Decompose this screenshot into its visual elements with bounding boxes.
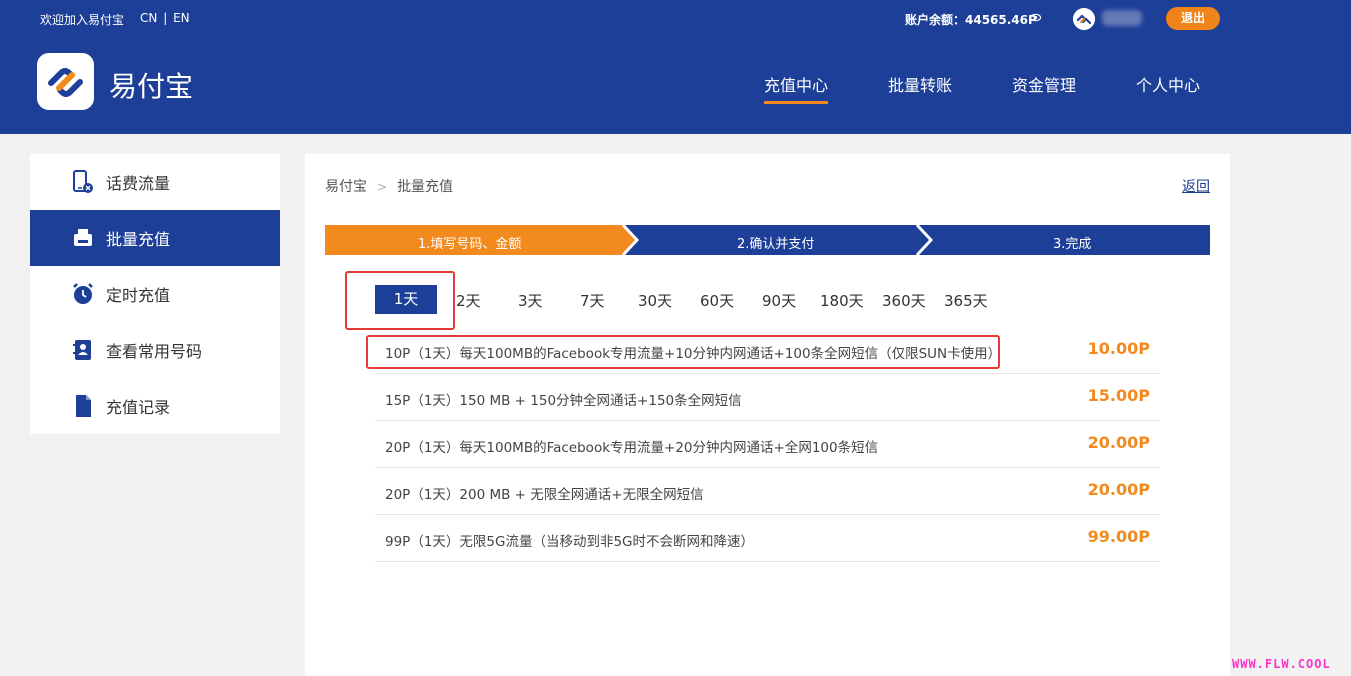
- step-3: 3.完成: [1053, 237, 1092, 252]
- sidebar-item-scheduled-recharge[interactable]: 定时充值: [30, 266, 280, 322]
- welcome-text: 欢迎加入易付宝: [40, 13, 125, 27]
- day-tab-360[interactable]: 360天: [882, 290, 926, 311]
- plan-row[interactable]: 99P（1天）无限5G流量（当移动到非5G时不会断网和降速） 99.00P: [375, 515, 1160, 562]
- day-tab-1[interactable]: 1天: [375, 285, 437, 314]
- sidebar-item-label: 查看常用号码: [106, 342, 203, 361]
- sidebar-item-label: 定时充值: [106, 286, 171, 305]
- plan-price: 20.00P: [1087, 480, 1150, 499]
- plan-row[interactable]: 10P（1天）每天100MB的Facebook专用流量+10分钟内网通话+100…: [375, 327, 1160, 374]
- plan-price: 10.00P: [1087, 339, 1150, 358]
- day-tab-180[interactable]: 180天: [820, 290, 864, 311]
- printer-icon: [74, 229, 92, 246]
- sidebar-item-batch-recharge[interactable]: 批量充值: [30, 210, 280, 266]
- document-icon: [76, 395, 91, 417]
- plan-price: 99.00P: [1087, 527, 1150, 546]
- breadcrumb-separator: >: [377, 180, 388, 194]
- lang-en-link[interactable]: EN: [173, 11, 190, 25]
- progress-steps: 1.填写号码、金额 2.确认并支付 3.完成: [325, 225, 1210, 255]
- plan-row[interactable]: 15P（1天）150 MB + 150分钟全网通话+150条全网短信 15.00…: [375, 374, 1160, 421]
- step-1: 1.填写号码、金额: [418, 237, 522, 252]
- plan-name: 99P（1天）无限5G流量（当移动到非5G时不会断网和降速）: [385, 534, 755, 550]
- nav-active-indicator: [764, 101, 828, 104]
- plan-name: 15P（1天）150 MB + 150分钟全网通话+150条全网短信: [385, 393, 742, 409]
- breadcrumb: 易付宝 > 批量充值: [325, 176, 453, 196]
- lang-cn-link[interactable]: CN: [140, 11, 157, 25]
- alarm-clock-icon: [73, 283, 93, 304]
- plan-price: 15.00P: [1087, 386, 1150, 405]
- nav-recharge-center[interactable]: 充值中心: [764, 72, 828, 96]
- brand-logo-icon[interactable]: [37, 53, 94, 110]
- lang-separator: |: [163, 11, 168, 25]
- phone-icon: [73, 170, 93, 193]
- plan-price: 20.00P: [1087, 433, 1150, 452]
- eye-icon[interactable]: [1030, 12, 1041, 23]
- day-tab-3[interactable]: 3天: [518, 290, 543, 311]
- sidebar-item-frequent-numbers[interactable]: 查看常用号码: [30, 322, 280, 378]
- top-bar: 欢迎加入易付宝 CN | EN 账户余额：44565.46P 退出: [0, 0, 1351, 36]
- main-header: 易付宝 充值中心 批量转账 资金管理 个人中心: [0, 36, 1351, 134]
- sidebar-item-phone-data[interactable]: 话费流量: [30, 154, 280, 210]
- brand-name: 易付宝: [109, 70, 194, 103]
- day-tab-7[interactable]: 7天: [580, 290, 605, 311]
- breadcrumb-home[interactable]: 易付宝: [325, 179, 367, 195]
- day-tab-30[interactable]: 30天: [638, 290, 672, 311]
- nav-fund-management[interactable]: 资金管理: [1012, 72, 1076, 96]
- sidebar-item-recharge-records[interactable]: 充值记录: [30, 378, 280, 434]
- nav-personal-center[interactable]: 个人中心: [1136, 72, 1200, 96]
- main-panel: 易付宝 > 批量充值 返回 1.填写号码、金额 2.确认并支付 3.完成 1天 2天…: [305, 154, 1230, 676]
- sidebar-item-label: 充值记录: [106, 398, 171, 417]
- day-tab-2[interactable]: 2天: [456, 290, 481, 311]
- sidebar-item-label: 话费流量: [106, 174, 171, 193]
- plan-row[interactable]: 20P（1天）200 MB + 无限全网通话+无限全网短信 20.00P: [375, 468, 1160, 515]
- user-avatar[interactable]: [1073, 8, 1095, 30]
- back-link[interactable]: 返回: [1182, 176, 1210, 196]
- watermark: WWW.FLW.COOL: [1232, 657, 1331, 671]
- step-2: 2.确认并支付: [737, 237, 815, 252]
- username-redacted: [1102, 10, 1142, 26]
- contact-book-icon: [73, 340, 91, 360]
- nav-batch-transfer[interactable]: 批量转账: [888, 72, 952, 96]
- plan-name: 20P（1天）每天100MB的Facebook专用流量+20分钟内网通话+全网1…: [385, 440, 879, 456]
- plan-name: 10P（1天）每天100MB的Facebook专用流量+10分钟内网通话+100…: [385, 346, 1002, 362]
- day-tab-365[interactable]: 365天: [944, 290, 988, 311]
- sidebar-item-label: 批量充值: [106, 230, 171, 249]
- language-switch: CN | EN: [139, 11, 191, 25]
- logout-button[interactable]: 退出: [1166, 7, 1220, 30]
- plan-row[interactable]: 20P（1天）每天100MB的Facebook专用流量+20分钟内网通话+全网1…: [375, 421, 1160, 468]
- day-tab-90[interactable]: 90天: [762, 290, 796, 311]
- account-balance: 账户余额：44565.46P: [905, 13, 1037, 27]
- plan-name: 20P（1天）200 MB + 无限全网通话+无限全网短信: [385, 487, 704, 503]
- breadcrumb-current: 批量充值: [397, 179, 454, 195]
- sidebar: 话费流量 批量充值 定时充值 查看常用号码 充值记录: [30, 154, 280, 434]
- day-tab-60[interactable]: 60天: [700, 290, 734, 311]
